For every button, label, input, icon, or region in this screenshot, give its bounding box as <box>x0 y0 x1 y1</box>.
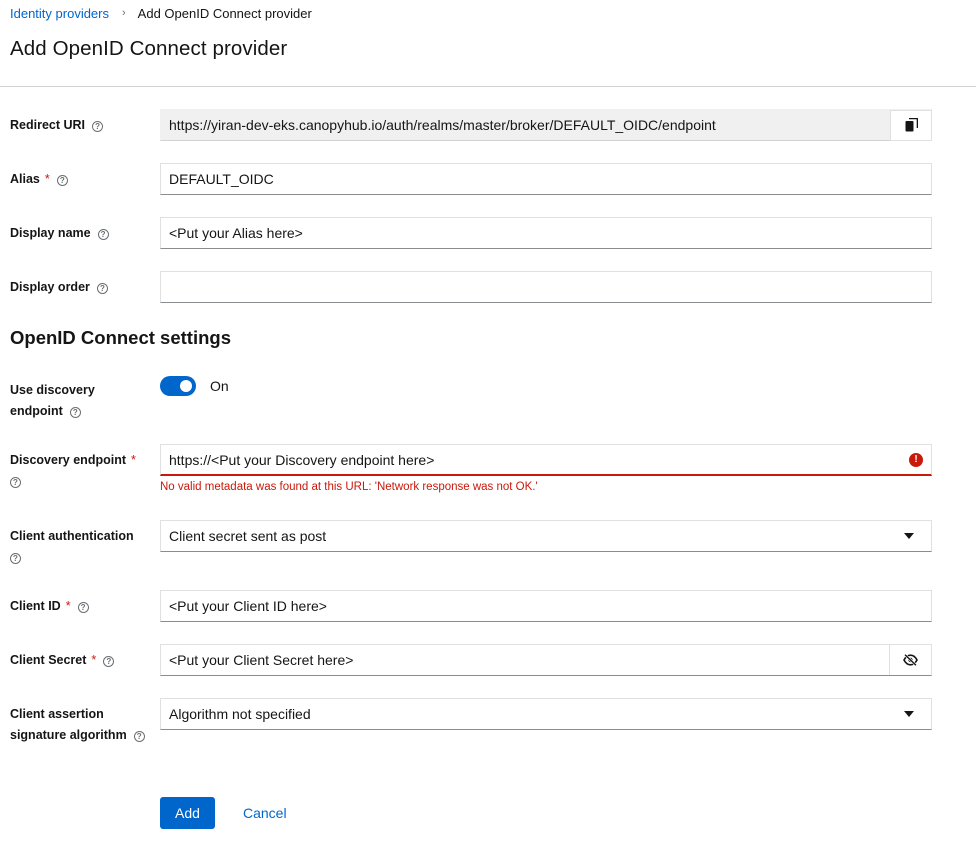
discovery-endpoint-input[interactable]: https://<Put your Discovery endpoint her… <box>160 444 932 476</box>
help-icon[interactable]: ? <box>10 553 21 564</box>
assertion-algorithm-select[interactable]: Algorithm not specified <box>160 698 932 730</box>
help-icon[interactable]: ? <box>133 731 145 742</box>
help-icon[interactable]: ? <box>96 283 108 294</box>
show-secret-button[interactable] <box>889 645 931 675</box>
chevron-right-icon: › <box>122 7 126 19</box>
discovery-endpoint-label: Discovery endpoint * ? <box>10 453 136 488</box>
cancel-button[interactable]: Cancel <box>232 797 298 829</box>
help-icon[interactable]: ? <box>103 656 115 667</box>
display-order-input[interactable] <box>160 271 932 303</box>
help-icon[interactable]: ? <box>77 602 89 613</box>
eye-slash-icon <box>903 654 918 666</box>
help-icon[interactable]: ? <box>97 229 109 240</box>
display-name-label: Display name? <box>10 223 109 244</box>
copy-icon <box>905 118 918 132</box>
required-marker: * <box>91 653 97 667</box>
redirect-uri-label: Redirect URI? <box>10 115 104 136</box>
alias-label: Alias *? <box>10 169 68 190</box>
breadcrumb-current: Add OpenID Connect provider <box>137 5 312 21</box>
display-name-input[interactable]: <Put your Alias here> <box>160 217 932 249</box>
client-authentication-label: Client authentication ? <box>10 529 134 564</box>
help-icon[interactable]: ? <box>69 407 81 418</box>
discovery-endpoint-error: No valid metadata was found at this URL:… <box>160 481 538 493</box>
client-id-label: Client ID *? <box>10 596 89 617</box>
error-icon: ! <box>909 452 923 467</box>
toggle-state-label: On <box>210 378 229 394</box>
copy-button[interactable] <box>890 109 932 141</box>
client-secret-label: Client Secret *? <box>10 650 115 671</box>
redirect-uri-value: https://yiran-dev-eks.canopyhub.io/auth/… <box>169 117 716 133</box>
breadcrumb-identity-providers-link[interactable]: Identity providers <box>10 6 109 21</box>
oidc-settings-title: OpenID Connect settings <box>10 327 231 348</box>
caret-down-icon <box>904 711 914 717</box>
client-secret-input[interactable]: <Put your Client Secret here> <box>160 644 932 676</box>
add-button[interactable]: Add <box>160 797 215 829</box>
use-discovery-toggle[interactable] <box>160 376 196 396</box>
required-marker: * <box>131 453 136 467</box>
toggle-knob <box>180 380 192 392</box>
caret-down-icon <box>904 533 914 539</box>
client-id-input[interactable]: <Put your Client ID here> <box>160 590 932 622</box>
use-discovery-label: Use discovery endpoint? <box>10 383 95 418</box>
help-icon[interactable]: ? <box>56 175 68 186</box>
assertion-algorithm-label: Client assertion signature algorithm? <box>10 704 145 746</box>
alias-input[interactable]: DEFAULT_OIDC <box>160 163 932 195</box>
client-authentication-select[interactable]: Client secret sent as post <box>160 520 932 552</box>
required-marker: * <box>44 172 50 186</box>
breadcrumb: Identity providers › Add OpenID Connect … <box>10 5 312 21</box>
help-icon[interactable]: ? <box>10 477 21 488</box>
header-divider <box>0 86 976 87</box>
redirect-uri-field[interactable]: https://yiran-dev-eks.canopyhub.io/auth/… <box>160 109 932 141</box>
display-order-label: Display order? <box>10 277 108 298</box>
required-marker: * <box>65 599 71 613</box>
help-icon[interactable]: ? <box>92 121 104 132</box>
page-title: Add OpenID Connect provider <box>10 37 288 60</box>
